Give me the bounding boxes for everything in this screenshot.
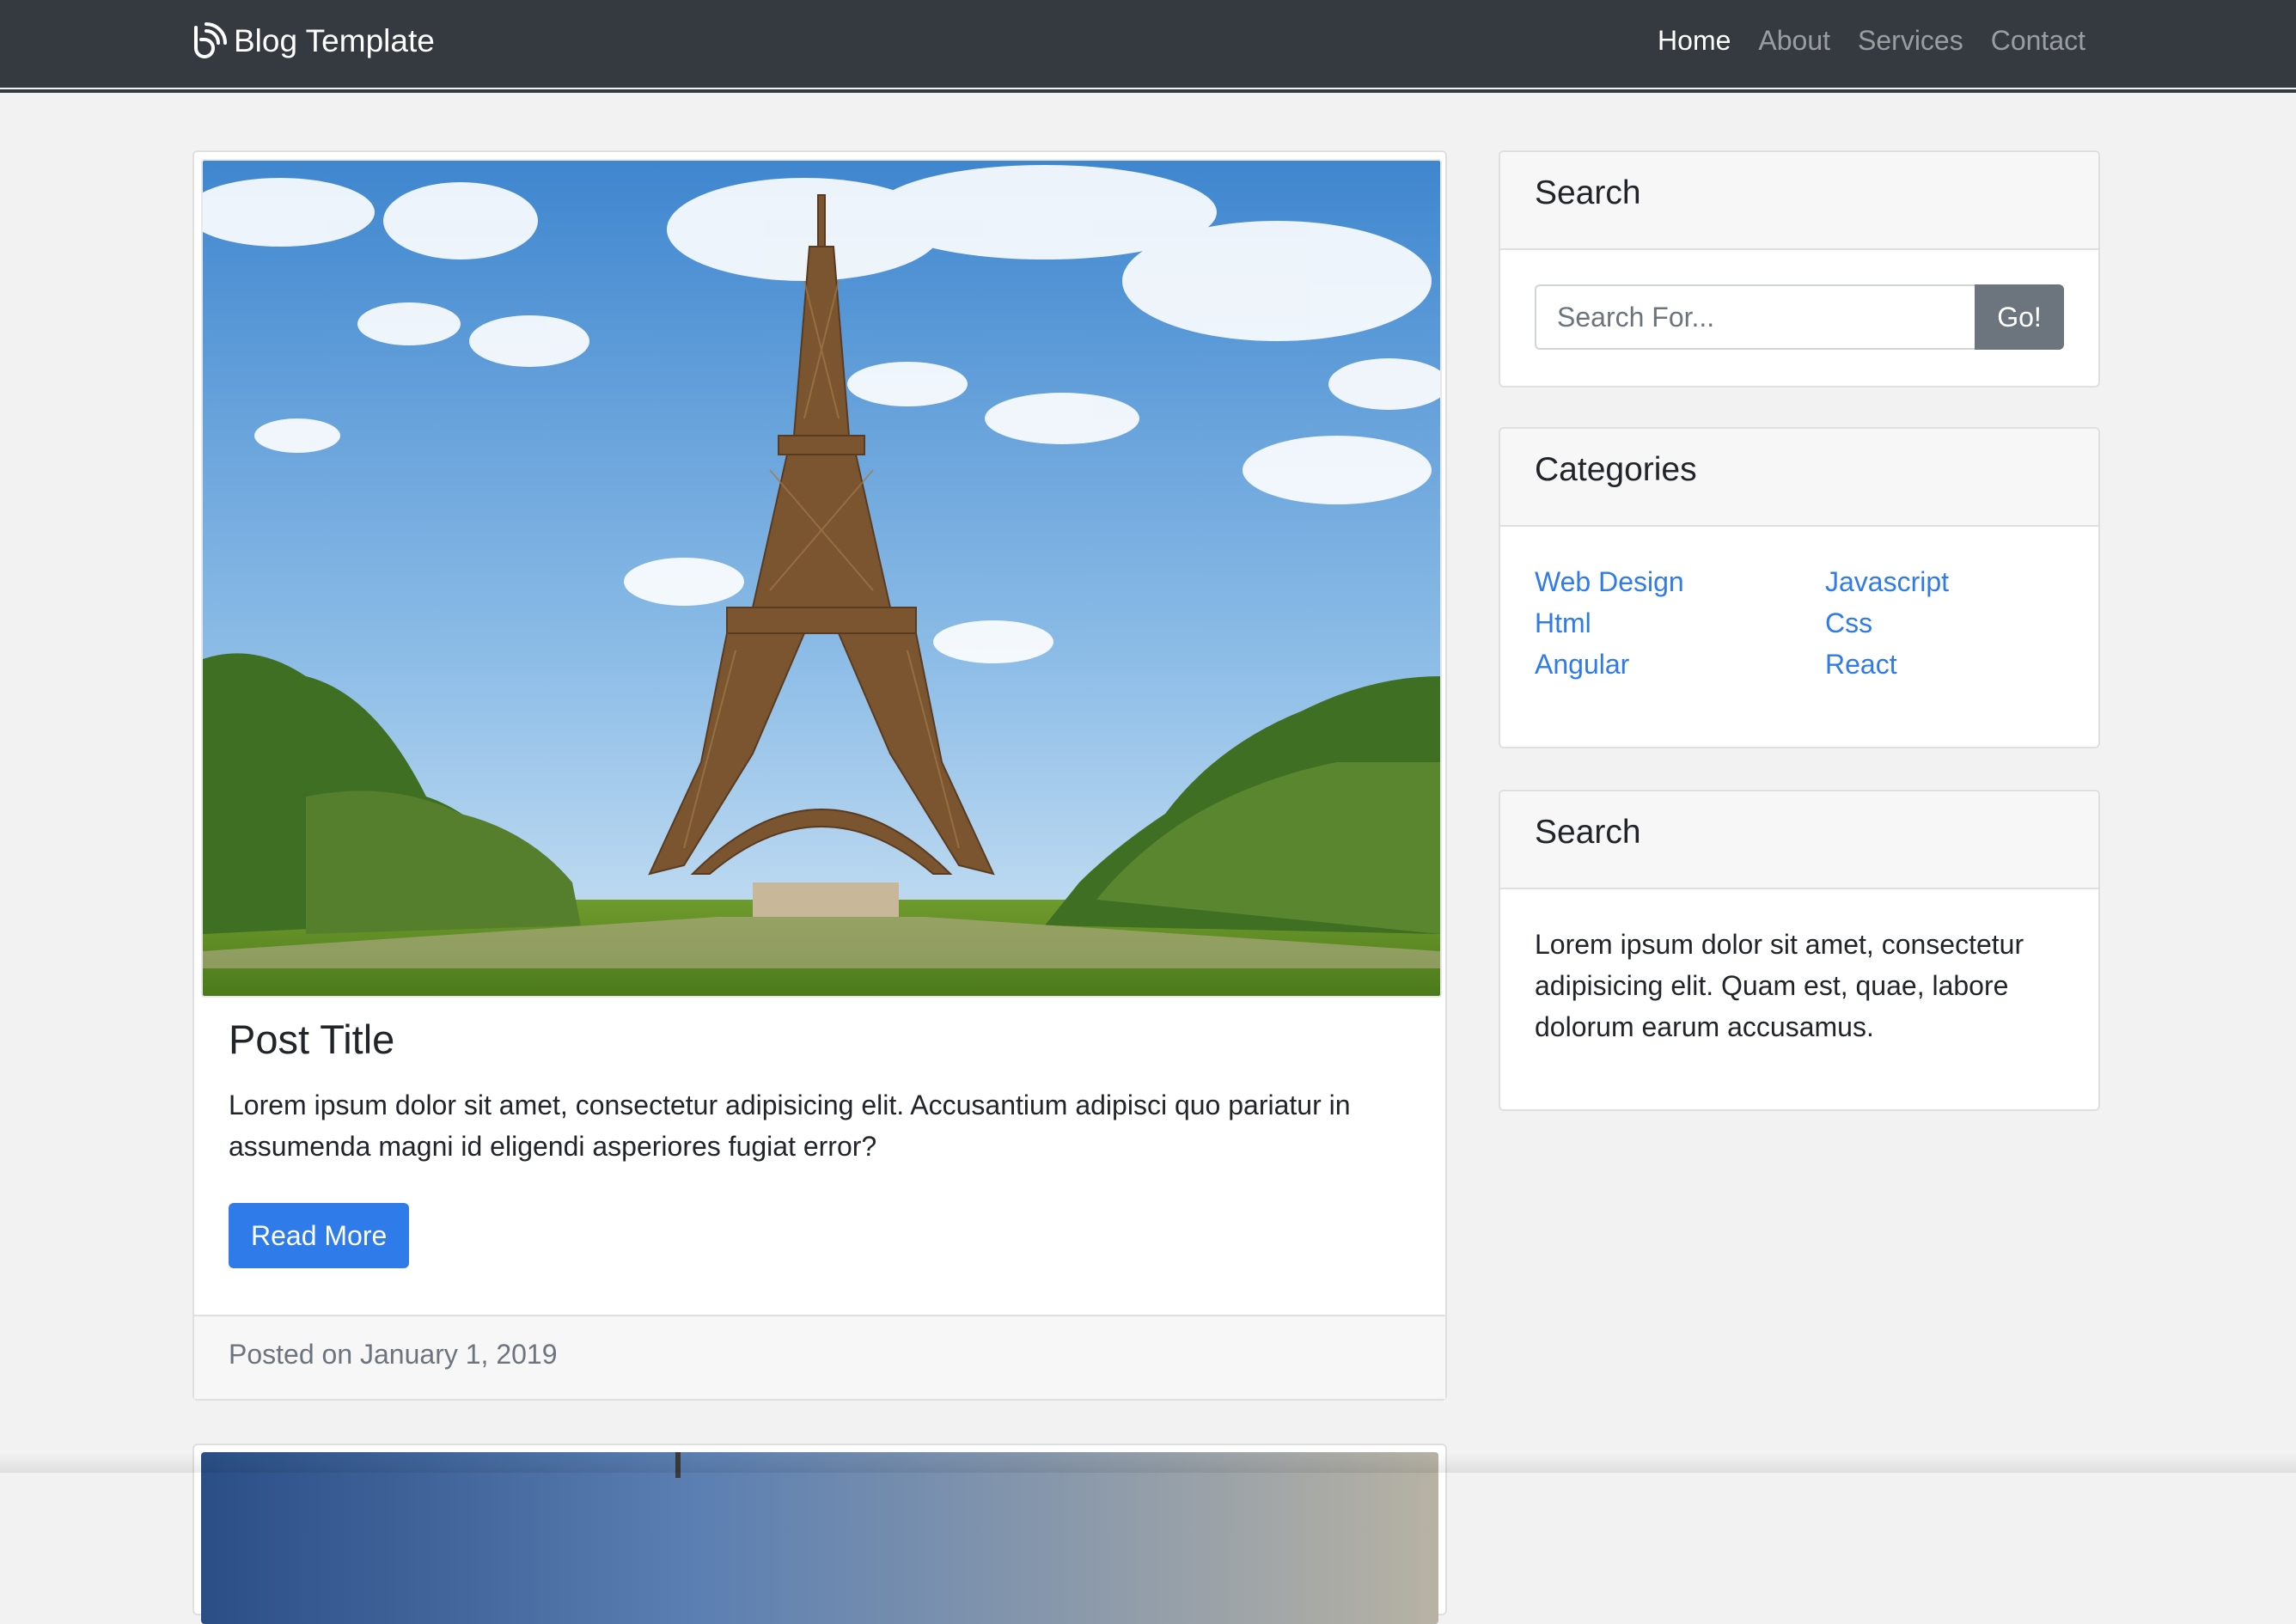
read-more-button[interactable]: Read More	[229, 1203, 410, 1268]
post-excerpt: Lorem ipsum dolor sit amet, consectetur …	[229, 1090, 1351, 1162]
category-link-web-design[interactable]: Web Design	[1535, 561, 1825, 602]
text-widget: Search Lorem ipsum dolor sit amet, conse…	[1499, 790, 2100, 1111]
category-list: Web Design Javascript Html Css Angular R…	[1535, 561, 2067, 685]
search-widget-header: Search	[1500, 152, 2098, 250]
brand-link[interactable]: Blog Template	[189, 17, 435, 65]
eiffel-tower-photo	[203, 161, 1440, 996]
category-link-html[interactable]: Html	[1535, 602, 1825, 644]
categories-widget: Categories Web Design Javascript Html Cs…	[1499, 427, 2100, 748]
navbar: Blog Template Home About Services Contac…	[0, 0, 2296, 88]
categories-widget-title: Categories	[1535, 451, 1697, 488]
post-date: Posted on January 1, 2019	[229, 1339, 558, 1370]
search-go-button[interactable]: Go!	[1975, 284, 2064, 350]
post-footer: Posted on January 1, 2019	[194, 1315, 1445, 1399]
navbar-divider	[0, 89, 2296, 93]
post-photo	[201, 1452, 1438, 1624]
category-link-angular[interactable]: Angular	[1535, 644, 1825, 685]
category-link-react[interactable]: React	[1825, 644, 2067, 685]
nav-link-about[interactable]: About	[1758, 19, 1830, 62]
main-nav: Home About Services Contact	[1658, 19, 2085, 62]
text-widget-content: Lorem ipsum dolor sit amet, consectetur …	[1535, 929, 2024, 1042]
category-link-css[interactable]: Css	[1825, 602, 2067, 644]
post-image	[201, 159, 1442, 998]
category-link-javascript[interactable]: Javascript	[1825, 561, 2067, 602]
post-card: Post Title Lorem ipsum dolor sit amet, c…	[192, 150, 1447, 1401]
nav-link-services[interactable]: Services	[1858, 19, 1963, 62]
search-widget: Search Go!	[1499, 150, 2100, 388]
text-widget-title: Search	[1535, 814, 1641, 851]
blog-logo-icon	[194, 22, 227, 58]
post-image	[201, 1452, 1438, 1624]
nav-link-home[interactable]: Home	[1658, 19, 1731, 62]
scroll-shadow	[0, 1452, 2296, 1473]
nav-link-contact[interactable]: Contact	[1991, 19, 2085, 62]
text-widget-header: Search	[1500, 791, 2098, 889]
post-title: Post Title	[229, 1017, 395, 1062]
search-input[interactable]	[1535, 284, 1975, 350]
categories-widget-header: Categories	[1500, 429, 2098, 527]
search-widget-title: Search	[1535, 174, 1641, 211]
brand-title: Blog Template	[234, 23, 435, 58]
